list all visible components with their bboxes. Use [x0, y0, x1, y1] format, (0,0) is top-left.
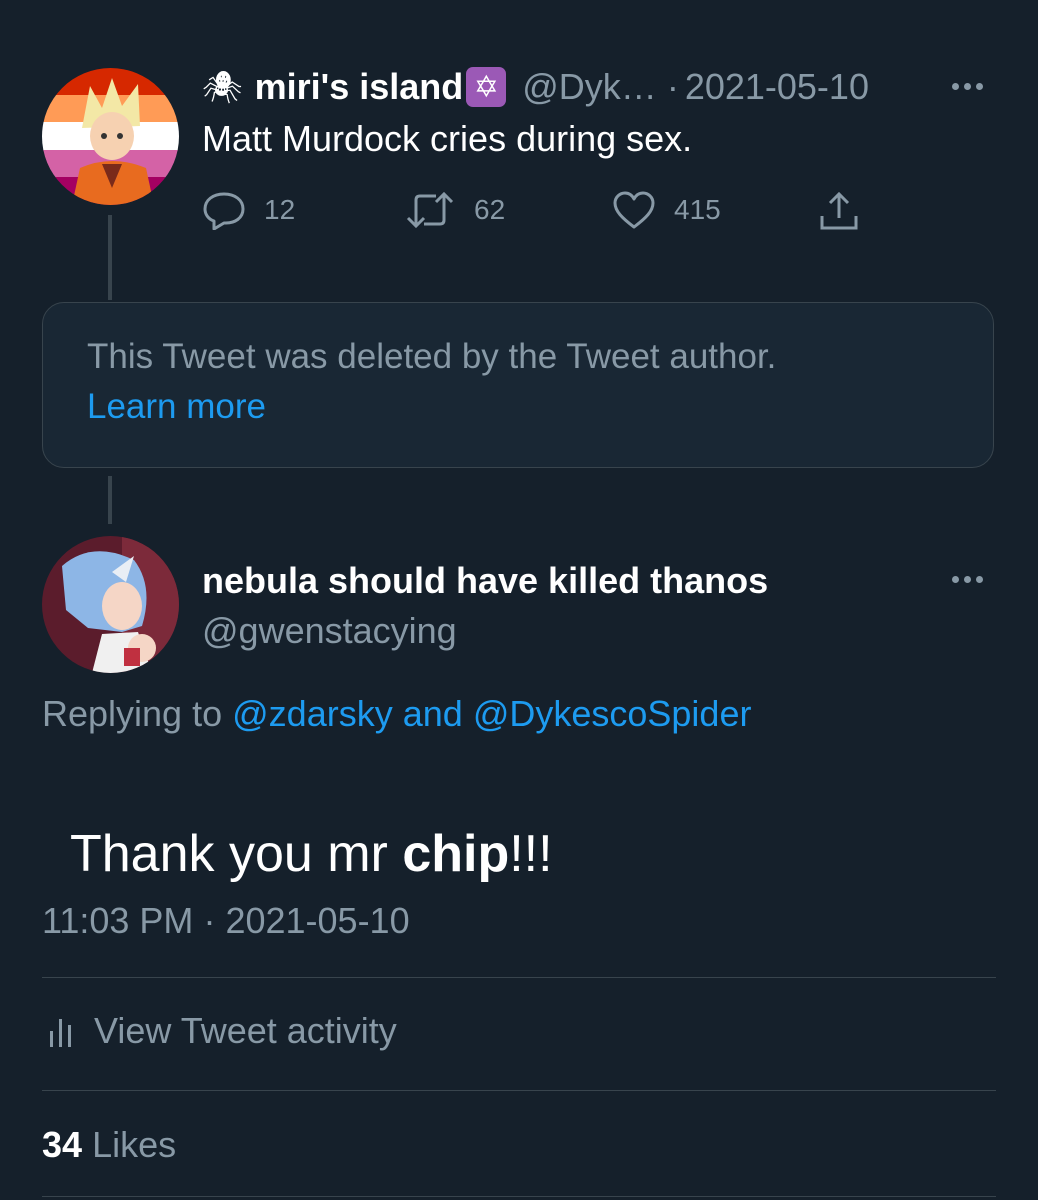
tweet-text-end: !!! [509, 825, 553, 883]
reply-count: 12 [264, 194, 296, 225]
main-display-name[interactable]: nebula should have killed thanos [202, 560, 768, 602]
likes-summary[interactable]: 34 Likes [42, 1124, 176, 1166]
replying-to: Replying to @zdarsky and @DykescoSpider [42, 693, 751, 735]
parent-display-name[interactable]: miri's island [255, 66, 464, 108]
retweet-icon [406, 191, 454, 229]
reply-icon [203, 192, 245, 230]
lesbian-flag-avatar-image [42, 68, 179, 205]
view-tweet-activity-label: View Tweet activity [94, 1010, 397, 1051]
timestamp-separator: · [203, 900, 216, 941]
reply-joiner: and [402, 693, 463, 734]
deleted-tweet-notice: This Tweet was deleted by the Tweet auth… [42, 302, 994, 468]
tweet-text-start: Thank you mr [69, 825, 403, 883]
parent-date[interactable]: 2021-05-10 [685, 66, 869, 108]
retweet-count: 62 [474, 194, 506, 225]
divider-3 [42, 1196, 996, 1197]
activity-bars-icon [50, 1019, 71, 1047]
share-icon [820, 191, 858, 230]
share-action[interactable] [818, 190, 860, 232]
view-tweet-activity[interactable]: View Tweet activity [48, 1010, 397, 1052]
parent-tweet-text: Matt Murdock cries during sex. [202, 118, 693, 159]
thread-line-bottom [108, 476, 112, 524]
main-handle[interactable]: @gwenstacying [202, 610, 457, 652]
main-tweet-text: Thank you mr chip!!! [42, 764, 553, 884]
main-more-icon[interactable] [952, 576, 983, 583]
tweet-time[interactable]: 11:03 PM [42, 900, 193, 941]
divider-2 [42, 1090, 996, 1091]
anime-avatar-image [42, 536, 179, 673]
like-action[interactable]: 415 [612, 190, 721, 230]
tweet-text-bold: chip [402, 825, 510, 883]
reply-to-zdarsky-link[interactable]: @zdarsky [232, 693, 393, 734]
replying-prefix: Replying to [42, 693, 223, 734]
like-count: 415 [674, 194, 721, 225]
star-of-david-emoji-icon: ✡ [466, 67, 507, 107]
deleted-notice-text: This Tweet was deleted by the Tweet auth… [87, 337, 777, 376]
reply-to-dykescospider-link[interactable]: @DykescoSpider [473, 693, 752, 734]
retweet-action[interactable]: 62 [404, 190, 505, 230]
tweet-date[interactable]: 2021-05-10 [225, 900, 409, 941]
parent-tweet-header: 🕷 miri's island ✡ @Dyk… · 2021-05-10 [202, 64, 869, 110]
avatar-miri[interactable] [42, 68, 179, 205]
reply-action[interactable]: 12 [202, 190, 295, 230]
likes-count: 34 [42, 1124, 83, 1165]
avatar-gwenstacying[interactable] [42, 536, 179, 673]
likes-label: Likes [92, 1124, 177, 1165]
learn-more-link[interactable]: Learn more [87, 387, 266, 427]
spider-emoji-icon: 🕷 [202, 69, 243, 105]
tweet-timestamp: 11:03 PM · 2021-05-10 [42, 900, 410, 942]
parent-handle[interactable]: @Dyk… [522, 66, 657, 108]
thread-line-top [108, 215, 112, 300]
parent-more-icon[interactable] [952, 83, 983, 90]
heart-icon [613, 191, 655, 229]
header-separator: · [666, 66, 679, 107]
divider-1 [42, 977, 996, 978]
